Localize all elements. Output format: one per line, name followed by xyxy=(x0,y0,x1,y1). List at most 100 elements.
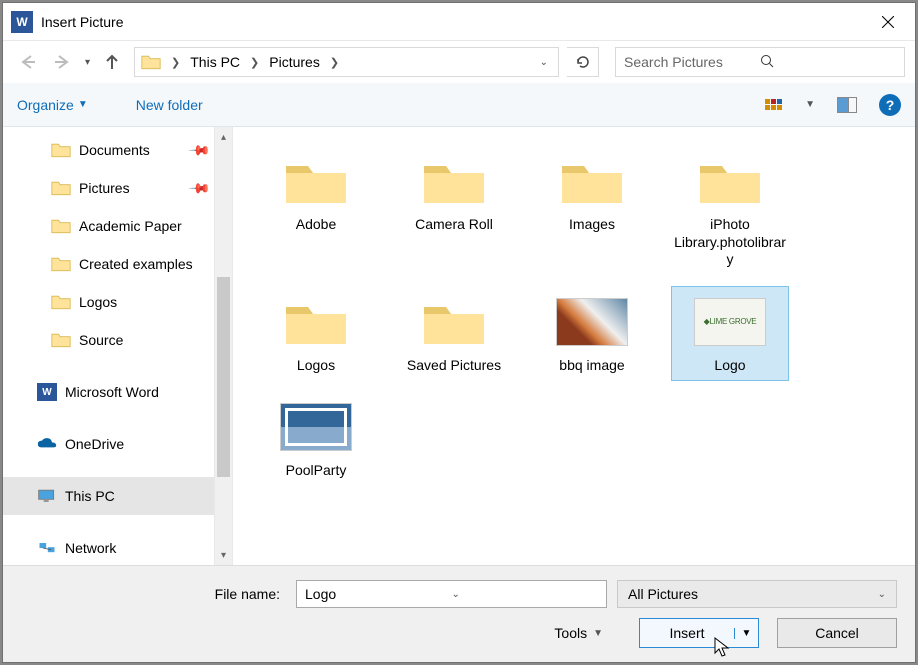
file-tile-savedpictures[interactable]: Saved Pictures xyxy=(395,286,513,382)
file-tile-adobe[interactable]: Adobe xyxy=(257,145,375,276)
scroll-thumb[interactable] xyxy=(217,277,230,477)
scroll-track[interactable] xyxy=(215,147,232,545)
caret-down-icon: ▼ xyxy=(593,628,603,639)
insert-dropdown[interactable]: ▼ xyxy=(734,628,758,639)
insert-label: Insert xyxy=(669,625,704,641)
help-button[interactable]: ? xyxy=(879,94,901,116)
folder-icon xyxy=(280,293,352,351)
sidebar-item-word[interactable]: W Microsoft Word xyxy=(3,373,214,411)
nav-back-button[interactable] xyxy=(13,46,41,78)
arrow-left-icon xyxy=(17,52,37,72)
sidebar-item-logos[interactable]: Logos xyxy=(3,283,214,321)
tile-label: bbq image xyxy=(559,357,624,375)
cancel-label: Cancel xyxy=(815,625,859,641)
nav-forward-button[interactable] xyxy=(49,46,77,78)
nav-sidebar: Documents 📌 Pictures 📌 Academic Paper Cr… xyxy=(3,127,233,565)
file-tile-poolparty[interactable]: PoolParty xyxy=(257,391,375,487)
filter-label: All Pictures xyxy=(628,586,878,602)
organize-menu[interactable]: Organize ▼ xyxy=(17,97,88,113)
network-icon xyxy=(37,539,57,557)
filename-input[interactable]: Logo ⌄ xyxy=(296,580,607,608)
folder-icon xyxy=(141,53,161,71)
nav-up-button[interactable] xyxy=(98,46,126,78)
app-word-icon xyxy=(11,11,33,33)
filename-value: Logo xyxy=(305,586,452,602)
tile-label: Images xyxy=(569,216,615,234)
tile-label: Logo xyxy=(714,357,745,375)
tile-label: iPhoto Library.photolibrary xyxy=(674,216,786,269)
close-button[interactable] xyxy=(865,7,911,37)
sidebar-label: Microsoft Word xyxy=(65,384,159,400)
caret-down-icon: ⌄ xyxy=(878,589,886,600)
tile-label: PoolParty xyxy=(286,462,347,480)
sidebar-label: Pictures xyxy=(79,180,130,196)
monitor-icon xyxy=(37,487,57,505)
view-options-button[interactable] xyxy=(761,93,785,117)
view-dropdown[interactable]: ▼ xyxy=(805,99,815,110)
cancel-button[interactable]: Cancel xyxy=(777,618,897,648)
scroll-down-icon[interactable]: ▾ xyxy=(215,545,232,565)
file-tile-logo[interactable]: Logo xyxy=(671,286,789,382)
search-input[interactable]: Search Pictures xyxy=(615,47,905,77)
folder-icon xyxy=(51,331,71,349)
tile-label: Camera Roll xyxy=(415,216,493,234)
sidebar-item-created[interactable]: Created examples xyxy=(3,245,214,283)
image-thumbnail xyxy=(556,293,628,351)
tile-label: Saved Pictures xyxy=(407,357,501,375)
breadcrumb-seg-1[interactable]: This PC xyxy=(190,54,240,70)
refresh-icon xyxy=(575,54,591,70)
sidebar-label: Created examples xyxy=(79,256,193,272)
file-tile-cameraroll[interactable]: Camera Roll xyxy=(395,145,513,276)
folder-icon xyxy=(51,141,71,159)
folder-icon xyxy=(556,152,628,210)
toolbar: Organize ▼ New folder ▼ ? xyxy=(3,83,915,127)
sidebar-item-documents[interactable]: Documents 📌 xyxy=(3,131,214,169)
file-tile-iphoto[interactable]: iPhoto Library.photolibrary xyxy=(671,145,789,276)
file-tile-images[interactable]: Images xyxy=(533,145,651,276)
file-tile-bbq[interactable]: bbq image xyxy=(533,286,651,382)
sidebar-item-thispc[interactable]: This PC xyxy=(3,477,214,515)
nav-row: ▾ ❯ This PC ❯ Pictures ❯ ⌄ Search Pictur… xyxy=(3,41,915,83)
sidebar-tree: Documents 📌 Pictures 📌 Academic Paper Cr… xyxy=(3,127,214,565)
filename-dropdown[interactable]: ⌄ xyxy=(452,589,599,600)
search-icon xyxy=(760,54,896,71)
scroll-up-icon[interactable]: ▴ xyxy=(215,127,232,147)
word-icon: W xyxy=(37,383,57,401)
sidebar-label: Documents xyxy=(79,142,150,158)
caret-down-icon: ▼ xyxy=(78,99,88,110)
body-area: Documents 📌 Pictures 📌 Academic Paper Cr… xyxy=(3,127,915,565)
arrow-up-icon xyxy=(103,53,121,71)
nav-history-dropdown[interactable]: ▾ xyxy=(85,57,90,68)
sidebar-label: OneDrive xyxy=(65,436,124,452)
sidebar-label: Logos xyxy=(79,294,117,310)
chevron-right-icon: ❯ xyxy=(326,56,343,69)
folder-icon xyxy=(51,179,71,197)
sidebar-scrollbar[interactable]: ▴ ▾ xyxy=(214,127,232,565)
new-folder-button[interactable]: New folder xyxy=(136,97,203,113)
preview-pane-icon xyxy=(837,97,857,113)
file-tile-logos[interactable]: Logos xyxy=(257,286,375,382)
address-bar[interactable]: ❯ This PC ❯ Pictures ❯ ⌄ xyxy=(134,47,559,77)
pin-icon: 📌 xyxy=(187,138,211,162)
refresh-button[interactable] xyxy=(567,47,599,77)
preview-pane-button[interactable] xyxy=(835,93,859,117)
tools-menu[interactable]: Tools ▼ xyxy=(554,625,603,641)
folder-icon xyxy=(418,293,490,351)
image-thumbnail xyxy=(280,398,352,456)
address-dropdown[interactable]: ⌄ xyxy=(534,57,554,68)
sidebar-item-pictures[interactable]: Pictures 📌 xyxy=(3,169,214,207)
sidebar-item-source[interactable]: Source xyxy=(3,321,214,359)
insert-button[interactable]: Insert ▼ xyxy=(639,618,759,648)
tile-label: Adobe xyxy=(296,216,336,234)
file-type-filter[interactable]: All Pictures ⌄ xyxy=(617,580,897,608)
sidebar-label: Source xyxy=(79,332,123,348)
chevron-right-icon: ❯ xyxy=(167,56,184,69)
chevron-right-icon: ❯ xyxy=(246,56,263,69)
sidebar-item-academic[interactable]: Academic Paper xyxy=(3,207,214,245)
organize-label: Organize xyxy=(17,97,74,113)
sidebar-item-network[interactable]: Network xyxy=(3,529,214,565)
breadcrumb-seg-2[interactable]: Pictures xyxy=(269,54,320,70)
folder-icon xyxy=(694,152,766,210)
tools-label: Tools xyxy=(554,625,587,641)
sidebar-item-onedrive[interactable]: OneDrive xyxy=(3,425,214,463)
